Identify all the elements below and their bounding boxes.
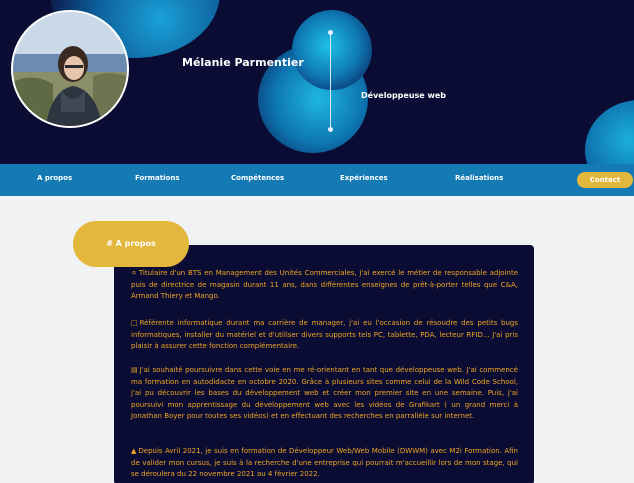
decorative-bubble xyxy=(292,10,372,90)
about-paragraph-text: J'ai souhaité poursuivre dans cette voie… xyxy=(131,366,518,420)
profile-photo xyxy=(11,10,129,128)
about-heading: # A propos xyxy=(73,221,189,267)
book-icon: ▤ xyxy=(131,366,138,374)
header-banner: Mélanie Parmentier Développeuse web xyxy=(0,0,634,164)
profile-name: Mélanie Parmentier xyxy=(182,56,304,69)
graduation-icon: ▲ xyxy=(131,447,137,455)
about-paragraph-text: Titulaire d'un BTS en Management des Uni… xyxy=(131,269,518,300)
divider-line xyxy=(330,34,331,130)
contact-button[interactable]: Contact xyxy=(577,172,633,188)
nav-item-a-propos[interactable]: A propos xyxy=(37,174,72,182)
nav-item-experiences[interactable]: Expériences xyxy=(340,174,388,182)
award-icon: ⚪ xyxy=(131,269,137,277)
about-paragraph: ▲ Depuis Avril 2021, je suis en formation… xyxy=(131,446,518,481)
divider-dot xyxy=(328,30,333,35)
about-paragraph: □ Référente informatique durant ma carriè… xyxy=(131,318,518,353)
main-navigation: A propos Formations Compétences Expérien… xyxy=(0,164,634,196)
nav-item-realisations[interactable]: Réalisations xyxy=(455,174,503,182)
about-paragraph-text: Référente informatique durant ma carrièr… xyxy=(131,319,518,350)
nav-item-formations[interactable]: Formations xyxy=(135,174,179,182)
about-paragraph: ⚪ Titulaire d'un BTS en Management des Un… xyxy=(131,268,518,303)
nav-item-competences[interactable]: Compétences xyxy=(231,174,284,182)
laptop-icon: □ xyxy=(131,319,138,327)
decorative-bubble xyxy=(585,100,634,164)
about-paragraph-text: Depuis Avril 2021, je suis en formation … xyxy=(131,447,518,478)
about-paragraph: ▤ J'ai souhaité poursuivre dans cette voi… xyxy=(131,365,518,423)
divider-dot xyxy=(328,127,333,132)
profile-role: Développeuse web xyxy=(361,91,447,100)
